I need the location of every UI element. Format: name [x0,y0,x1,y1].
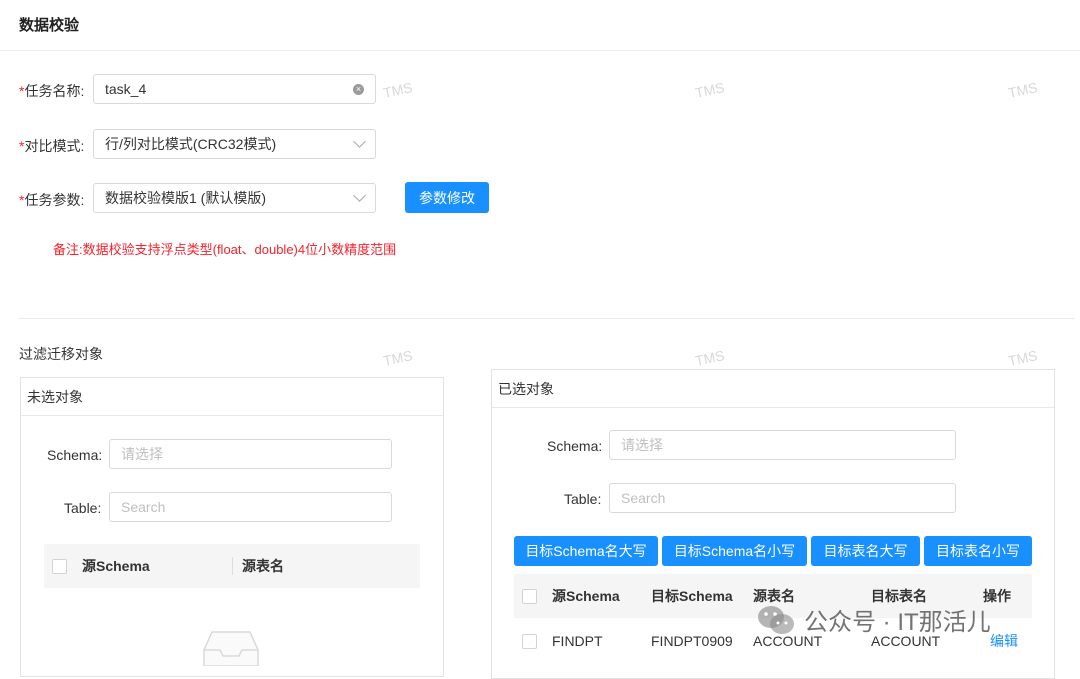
modify-params-button[interactable]: 参数修改 [405,182,489,213]
chevron-down-icon [353,135,366,148]
task-params-label: *任务参数: [19,192,85,208]
unselected-table-label: Table: [64,500,102,516]
task-name-input[interactable]: task_4 × [93,74,376,104]
unselected-panel-title: 未选对象 [21,378,443,416]
select-all-checkbox[interactable] [52,558,67,574]
selected-panel-title: 已选对象 [492,370,1054,408]
source-watermark: 公众号 · IT那活儿 [756,602,991,637]
table-cell: FINDPT0909 [651,633,733,649]
target-table-lower-button[interactable]: 目标表名小写 [924,536,1032,566]
selected-table-label: Table: [564,491,602,507]
task-name-label: *任务名称: [19,83,85,99]
watermark: TMS [693,347,726,369]
unselected-table-header: 源Schema 源表名 [44,544,420,588]
precision-note: 备注:数据校验支持浮点类型(float、double)4位小数精度范围 [53,242,397,257]
selected-schema-label: Schema: [547,438,603,454]
unselected-schema-select[interactable]: 请选择 [109,439,392,469]
watermark: TMS [1006,79,1039,101]
header-divider [0,50,1080,51]
watermark: TMS [381,347,414,369]
section-divider [19,318,1075,319]
select-all-checkbox[interactable] [522,588,537,604]
watermark: TMS [1006,347,1039,369]
target-table-upper-button[interactable]: 目标表名大写 [811,536,920,566]
target-schema-upper-button[interactable]: 目标Schema名大写 [514,536,658,566]
watermark: TMS [381,79,414,101]
task-params-select[interactable]: 数据校验模版1 (默认模版) [93,183,376,213]
column-header: 目标Schema [651,588,733,604]
unselected-table-search[interactable]: Search [109,492,392,522]
edit-link[interactable]: 编辑 [990,631,1018,651]
column-header: 源Schema [82,558,150,574]
empty-inbox-icon [203,631,259,666]
filter-section-title: 过滤迁移对象 [19,346,103,362]
clear-icon[interactable]: × [353,83,364,95]
page-title: 数据校验 [19,17,80,34]
compare-mode-label: *对比模式: [19,138,85,154]
selected-table-search[interactable]: Search [609,483,956,513]
chevron-down-icon [353,189,366,202]
row-checkbox[interactable] [522,633,537,649]
column-header: 源表名 [242,558,284,574]
selected-schema-select[interactable]: 请选择 [609,430,956,460]
target-schema-lower-button[interactable]: 目标Schema名小写 [662,536,807,566]
watermark: TMS [693,79,726,101]
table-cell: FINDPT [552,633,603,649]
unselected-schema-label: Schema: [47,447,103,463]
wechat-icon [758,605,794,634]
column-header: 源Schema [552,588,620,604]
compare-mode-select[interactable]: 行/列对比模式(CRC32模式) [93,129,376,159]
